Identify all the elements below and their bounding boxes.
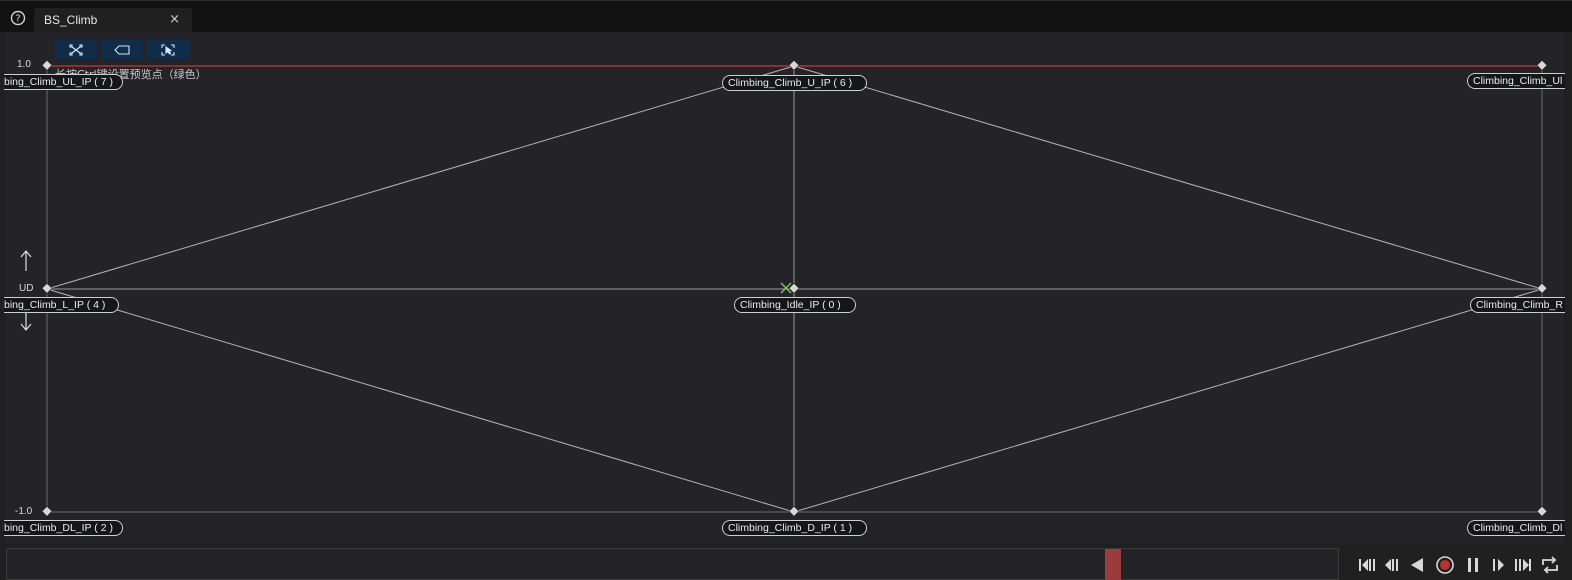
sample-label[interactable]: Climbing_Climb_Ul (1467, 73, 1565, 89)
axis-label-ud: UD (19, 283, 34, 294)
sample-label[interactable]: Climbing_Climb_Dl (1467, 520, 1565, 536)
label-toggle-button[interactable] (101, 40, 143, 59)
sample-label[interactable]: Climbing_Climb_R (1470, 297, 1565, 313)
timeline-scrub-handle[interactable] (1105, 549, 1121, 580)
step-back-icon[interactable] (1381, 556, 1401, 574)
fit-view-icon (69, 43, 83, 56)
sample-label[interactable]: Climbing_Idle_IP ( 0 ) (734, 297, 856, 313)
sample-label[interactable]: bing_Climb_L_IP ( 4 ) (4, 297, 119, 313)
fit-view-button[interactable] (55, 40, 97, 59)
axis-y-max: 1.0 (17, 59, 31, 70)
loop-icon[interactable] (1540, 556, 1560, 574)
step-forward-icon[interactable] (1490, 556, 1510, 574)
play-reverse-icon[interactable] (1407, 556, 1427, 574)
sample-label[interactable]: Climbing_Climb_U_IP ( 6 ) (722, 75, 867, 91)
skip-to-start-icon[interactable] (1357, 556, 1377, 574)
sample-label[interactable]: bing_Climb_UL_IP ( 7 ) (4, 74, 123, 90)
selection-tool-button[interactable] (147, 40, 189, 59)
sample-label[interactable]: Climbing_Climb_D_IP ( 1 ) (722, 520, 867, 536)
record-icon[interactable] (1435, 556, 1455, 574)
tag-icon (114, 44, 130, 55)
pause-icon[interactable] (1463, 556, 1483, 574)
axis-y-min: -1.0 (15, 506, 33, 517)
sample-label[interactable]: bing_Climb_DL_IP ( 2 ) (4, 520, 123, 536)
timeline-track[interactable] (6, 548, 1339, 580)
select-cursor-icon (161, 43, 175, 56)
skip-to-end-icon[interactable] (1513, 556, 1533, 574)
